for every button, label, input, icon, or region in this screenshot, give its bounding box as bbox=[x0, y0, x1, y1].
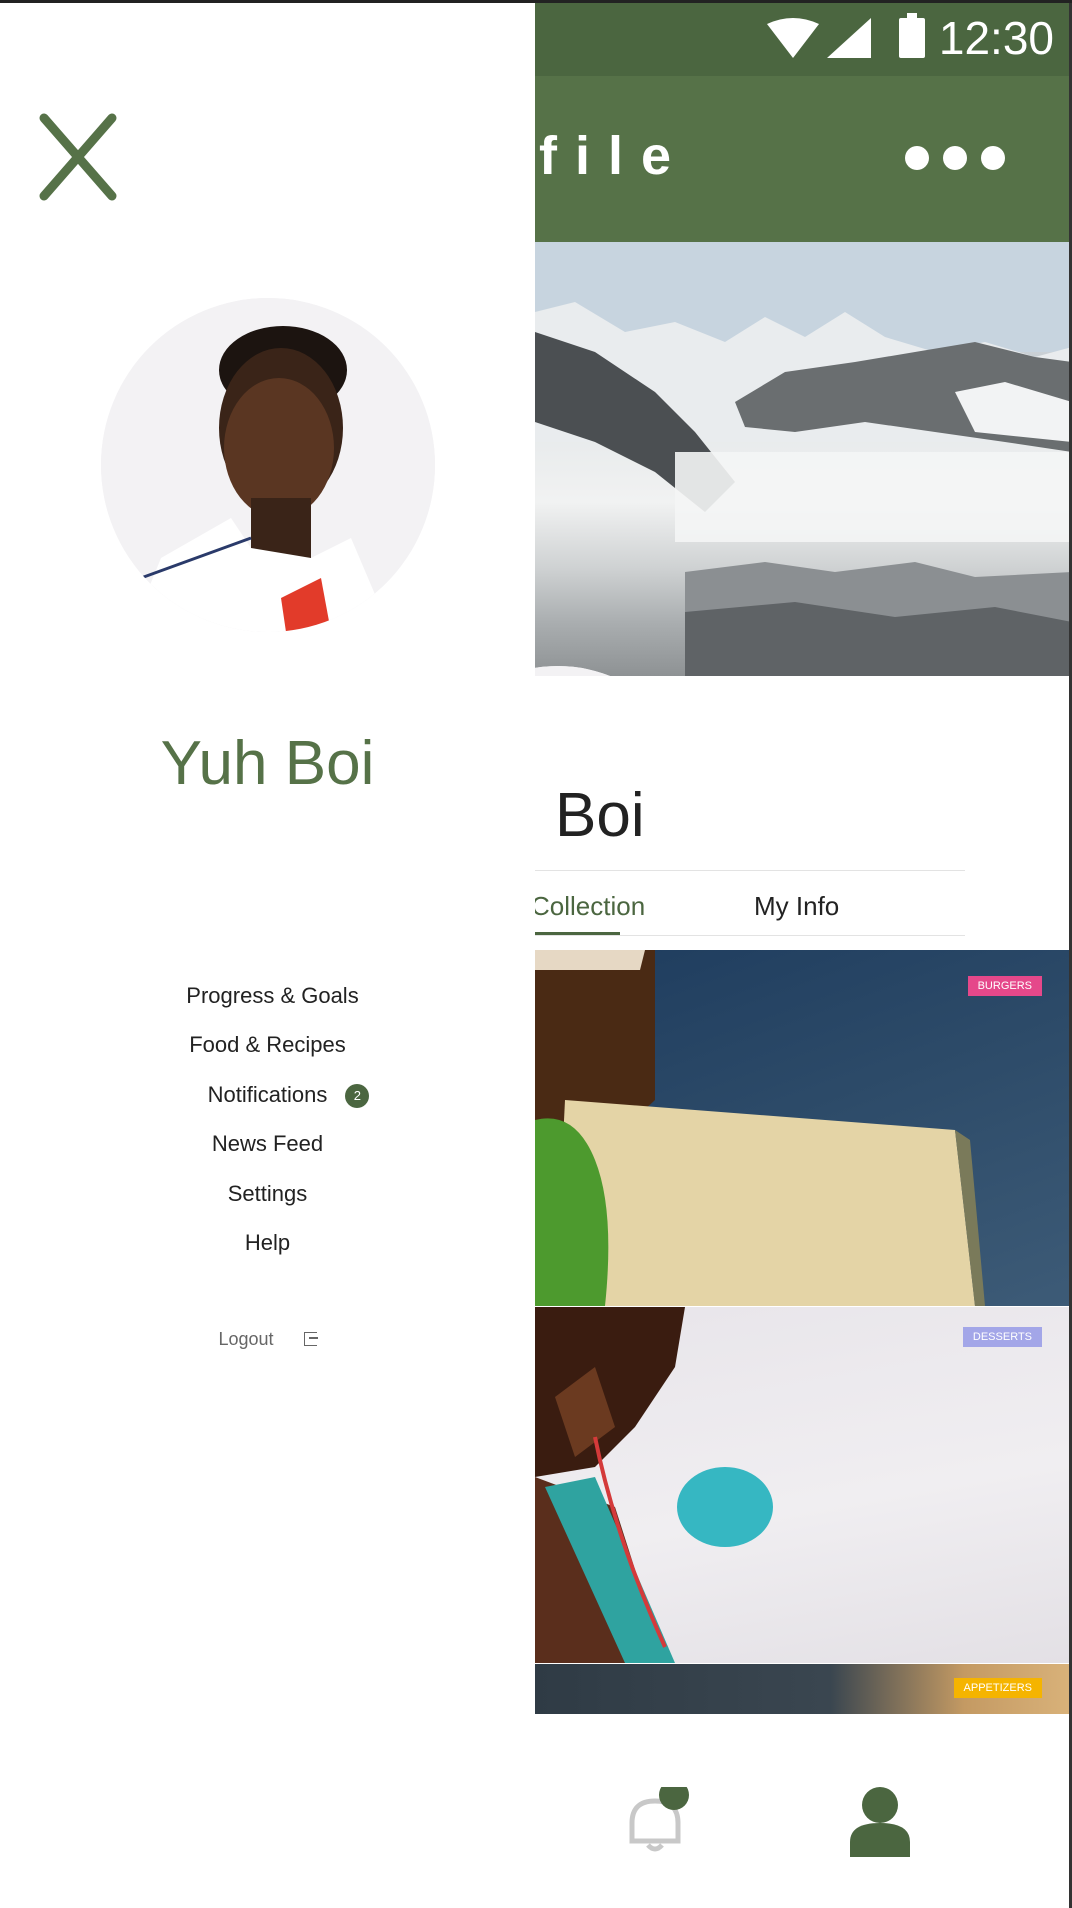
user-icon[interactable] bbox=[850, 1787, 910, 1857]
logout-button[interactable]: Logout bbox=[0, 1324, 535, 1354]
tab-divider bbox=[535, 935, 965, 936]
menu-item-help[interactable]: Help bbox=[0, 1223, 535, 1263]
logout-icon bbox=[303, 1332, 318, 1346]
profile-name: Boi bbox=[555, 781, 645, 850]
profile-screen-background: 12:30 file Boi Collection My Info BURGER… bbox=[535, 0, 1072, 1908]
tab-my-info[interactable]: My Info bbox=[754, 890, 839, 922]
bottom-navigation bbox=[535, 1715, 1072, 1908]
mountain-landscape-image bbox=[535, 242, 1072, 676]
app-bar: file bbox=[535, 76, 1072, 242]
recipe-image bbox=[535, 950, 985, 1306]
window-top-border bbox=[0, 0, 1072, 3]
cover-photo bbox=[535, 242, 1072, 676]
close-icon[interactable] bbox=[38, 112, 118, 202]
recipe-card-desserts[interactable]: DESSERTS bbox=[535, 1307, 1072, 1663]
category-badge: APPETIZERS bbox=[953, 1678, 1042, 1698]
menu-item-label: Help bbox=[244, 1230, 291, 1255]
menu-item-label: Food & Recipes bbox=[189, 1032, 346, 1057]
menu-item-label: Progress & Goals bbox=[186, 983, 359, 1008]
status-bar: 12:30 bbox=[535, 0, 1072, 76]
category-badge: DESSERTS bbox=[962, 1327, 1042, 1347]
menu-item-notifications[interactable]: Notifications 2 bbox=[21, 1075, 556, 1115]
more-horizontal-icon[interactable] bbox=[905, 144, 1005, 172]
menu-item-news-feed[interactable]: News Feed bbox=[0, 1124, 535, 1164]
menu-item-settings[interactable]: Settings bbox=[0, 1174, 535, 1214]
app-bar-title: file bbox=[539, 126, 690, 186]
navigation-drawer: Yuh Boi Progress & Goals Food & Recipes … bbox=[0, 0, 535, 1908]
drawer-avatar[interactable] bbox=[101, 298, 435, 632]
drawer-user-name: Yuh Boi bbox=[160, 729, 375, 798]
menu-item-progress-goals[interactable]: Progress & Goals bbox=[5, 976, 540, 1016]
menu-item-label: Settings bbox=[227, 1181, 308, 1206]
category-badge: BURGERS bbox=[967, 976, 1042, 996]
tab-divider bbox=[535, 870, 965, 871]
notification-count-badge: 2 bbox=[345, 1084, 370, 1108]
profile-photo bbox=[101, 298, 435, 632]
status-time: 12:30 bbox=[938, 12, 1054, 64]
tab-collection[interactable]: Collection bbox=[535, 890, 645, 922]
recipe-card-burgers[interactable]: BURGERS bbox=[535, 950, 1072, 1306]
menu-item-label: Notifications bbox=[207, 1082, 328, 1107]
menu-item-food-recipes[interactable]: Food & Recipes bbox=[0, 1025, 535, 1065]
battery-icon bbox=[899, 13, 925, 58]
signal-icon bbox=[827, 18, 871, 58]
logout-label: Logout bbox=[218, 1329, 274, 1349]
wifi-icon bbox=[767, 18, 819, 58]
menu-item-label: News Feed bbox=[211, 1131, 324, 1156]
bell-icon[interactable] bbox=[620, 1787, 690, 1857]
recipe-image bbox=[535, 1307, 773, 1663]
recipe-card-appetizers[interactable]: APPETIZERS bbox=[535, 1664, 1072, 1714]
